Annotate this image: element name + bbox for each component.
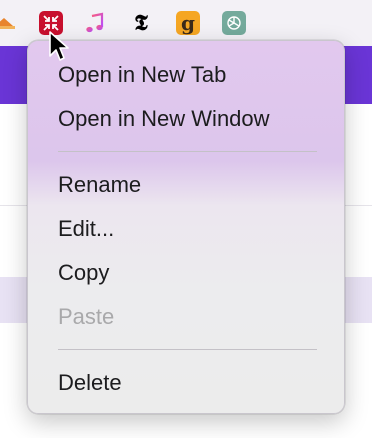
nyt-logo-icon[interactable]: 𝕿: [129, 10, 153, 36]
menu-item-delete[interactable]: Delete: [58, 367, 122, 399]
mouse-pointer-icon: [49, 31, 69, 61]
music-note-icon[interactable]: [83, 11, 107, 35]
menu-item-edit[interactable]: Edit...: [58, 213, 114, 245]
menu-item-copy[interactable]: Copy: [58, 257, 109, 289]
menu-item-open-in-new-tab[interactable]: Open in New Tab: [58, 59, 226, 91]
menu-item-open-in-new-window[interactable]: Open in New Window: [58, 103, 270, 135]
context-menu: Open in New Tab Open in New Window Renam…: [27, 40, 345, 414]
home-icon[interactable]: [0, 11, 16, 35]
menu-separator: [58, 151, 317, 152]
menu-separator: [58, 349, 317, 350]
menu-item-paste: Paste: [58, 304, 115, 329]
menu-item-rename[interactable]: Rename: [58, 169, 141, 201]
goodreads-g-icon[interactable]: g: [176, 11, 200, 35]
chatgpt-icon[interactable]: [222, 11, 246, 35]
